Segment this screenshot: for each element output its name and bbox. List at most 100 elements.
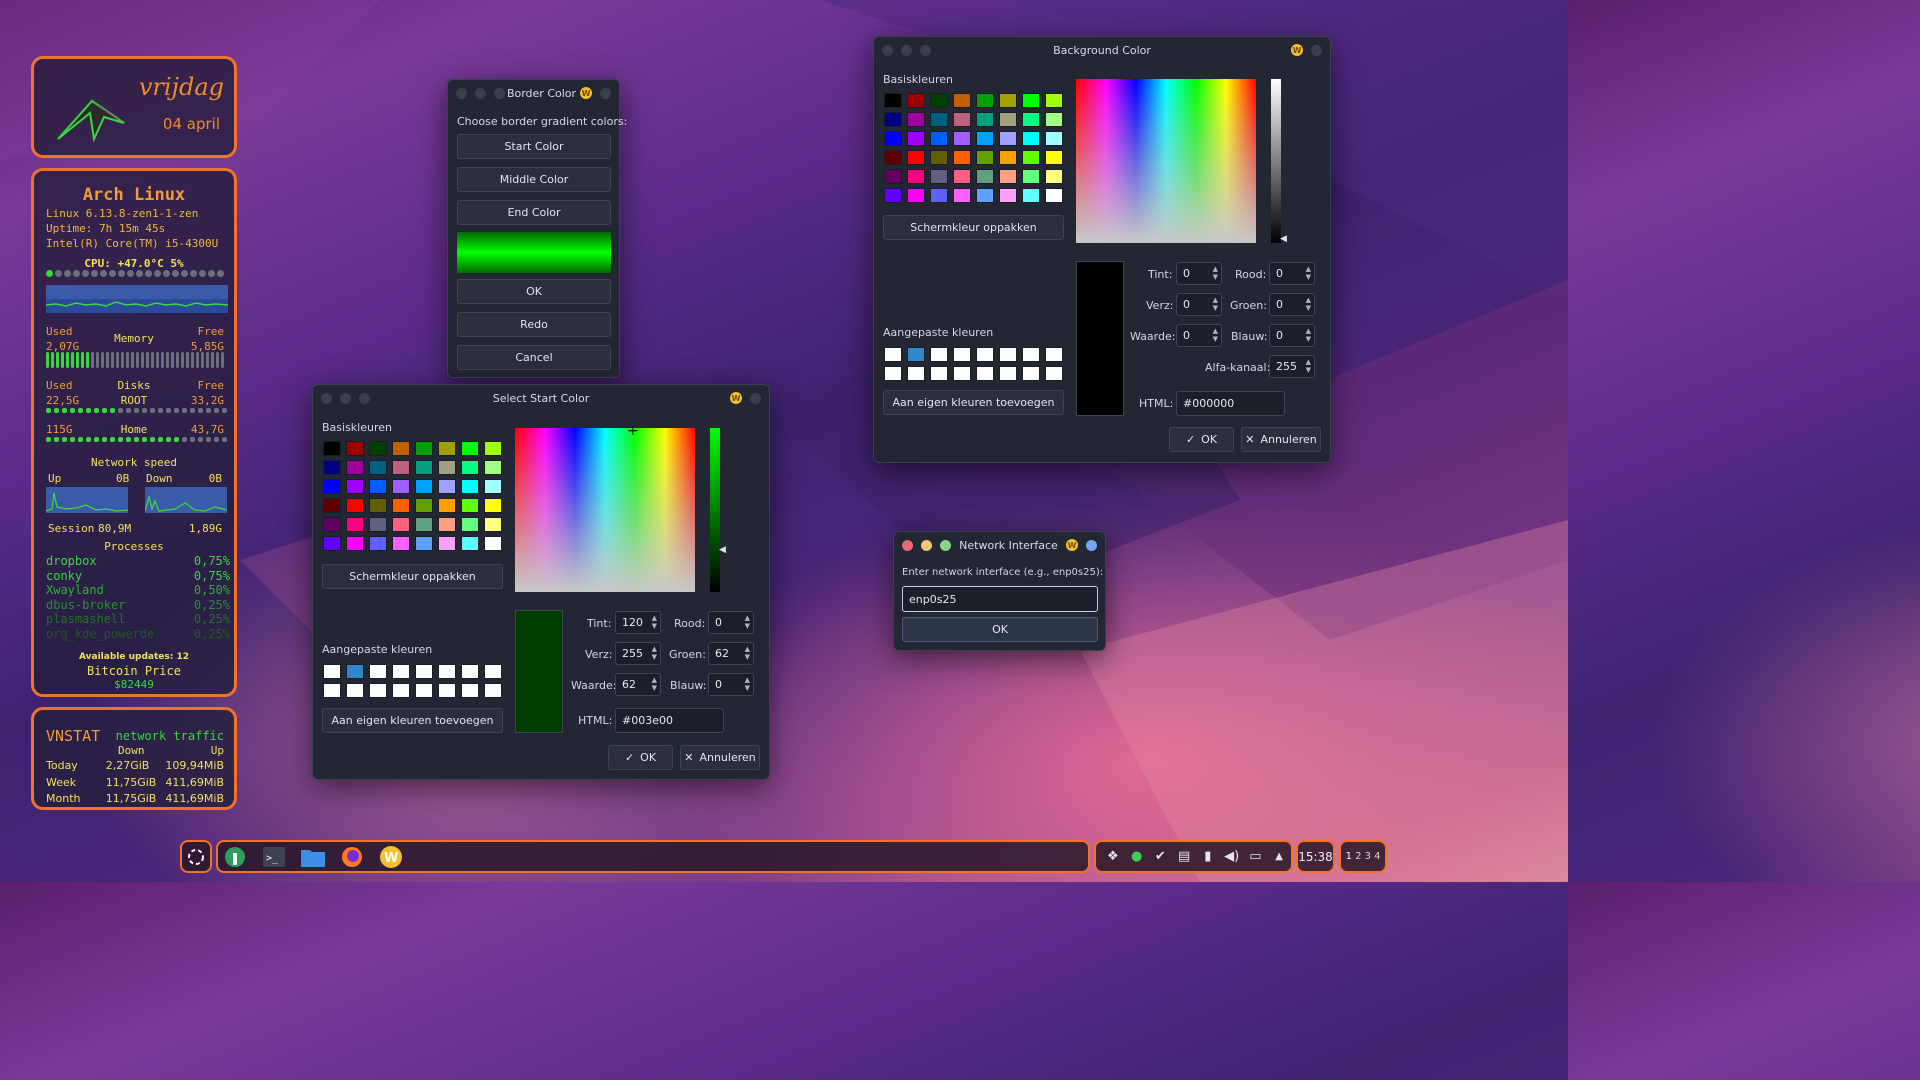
maximize-icon[interactable] — [359, 393, 370, 404]
color-swatch[interactable] — [999, 169, 1017, 184]
menu-icon[interactable] — [600, 87, 611, 99]
val-spinbox[interactable]: 0 ▲ ▼ — [1176, 324, 1222, 347]
blue-spinbox[interactable]: 0 ▲ ▼ — [708, 673, 754, 696]
color-swatch[interactable] — [461, 498, 479, 513]
color-swatch[interactable] — [930, 93, 948, 108]
color-swatch[interactable] — [953, 131, 971, 146]
custom-color-swatch[interactable] — [907, 366, 925, 381]
menu-icon[interactable] — [1311, 44, 1322, 56]
custom-color-swatch[interactable] — [1045, 347, 1063, 362]
color-swatch[interactable] — [369, 479, 387, 494]
end-color-button[interactable]: End Color — [457, 200, 611, 225]
clock[interactable]: 15:38 — [1296, 840, 1335, 873]
color-swatch[interactable] — [438, 517, 456, 532]
color-swatch[interactable] — [484, 460, 502, 475]
custom-color-swatch[interactable] — [999, 366, 1017, 381]
custom-color-swatch[interactable] — [415, 683, 433, 698]
color-swatch[interactable] — [415, 441, 433, 456]
ok-button[interactable]: OK — [457, 279, 611, 304]
color-swatch[interactable] — [415, 460, 433, 475]
color-swatch[interactable] — [323, 536, 341, 551]
color-swatch[interactable] — [1045, 150, 1063, 165]
workspace-1[interactable]: 1 — [1346, 851, 1352, 862]
color-swatch[interactable] — [953, 150, 971, 165]
color-swatch[interactable] — [1045, 93, 1063, 108]
color-swatch[interactable] — [323, 498, 341, 513]
custom-color-swatch[interactable] — [415, 664, 433, 679]
maximize-icon[interactable] — [920, 45, 931, 56]
middle-color-button[interactable]: Middle Color — [457, 167, 611, 192]
hue-sat-picker[interactable] — [515, 428, 695, 592]
color-swatch[interactable] — [461, 479, 479, 494]
color-swatch[interactable] — [1045, 188, 1063, 203]
color-swatch[interactable] — [484, 441, 502, 456]
custom-color-swatch[interactable] — [484, 683, 502, 698]
add-custom-color-button[interactable]: Aan eigen kleuren toevoegen — [322, 708, 503, 733]
custom-color-swatch[interactable] — [438, 664, 456, 679]
color-swatch[interactable] — [976, 112, 994, 127]
color-swatch[interactable] — [999, 188, 1017, 203]
color-swatch[interactable] — [976, 169, 994, 184]
custom-color-swatch[interactable] — [930, 366, 948, 381]
cancel-button[interactable]: ✕ Annuleren — [1241, 427, 1321, 452]
close-icon[interactable] — [882, 45, 893, 56]
color-swatch[interactable] — [1022, 150, 1040, 165]
custom-color-swatch[interactable] — [1022, 366, 1040, 381]
color-swatch[interactable] — [392, 517, 410, 532]
color-swatch[interactable] — [953, 169, 971, 184]
color-swatch[interactable] — [346, 460, 364, 475]
cancel-button[interactable]: ✕ Annuleren — [680, 745, 760, 770]
start-dialog-titlebar[interactable]: Select Start Color W — [313, 385, 769, 411]
color-swatch[interactable] — [907, 150, 925, 165]
custom-color-swatch[interactable] — [953, 366, 971, 381]
location-icon[interactable]: ● — [1125, 845, 1149, 869]
network-interface-input[interactable]: enp0s25 — [902, 586, 1098, 612]
color-swatch[interactable] — [461, 517, 479, 532]
add-custom-color-button[interactable]: Aan eigen kleuren toevoegen — [883, 390, 1064, 415]
wallpaper-app-icon[interactable]: W — [378, 844, 404, 870]
color-swatch[interactable] — [884, 150, 902, 165]
maximize-icon[interactable] — [940, 540, 951, 551]
custom-color-swatch[interactable] — [884, 347, 902, 362]
firefox-icon[interactable] — [339, 844, 365, 870]
color-swatch[interactable] — [484, 498, 502, 513]
start-color-button[interactable]: Start Color — [457, 134, 611, 159]
dropbox-icon[interactable]: ❖ — [1101, 845, 1125, 869]
custom-color-swatch[interactable] — [461, 683, 479, 698]
color-swatch[interactable] — [392, 441, 410, 456]
sat-spinbox[interactable]: 255 ▲ ▼ — [615, 642, 661, 665]
color-swatch[interactable] — [999, 93, 1017, 108]
color-swatch[interactable] — [461, 536, 479, 551]
close-icon[interactable] — [321, 393, 332, 404]
color-swatch[interactable] — [1045, 131, 1063, 146]
color-swatch[interactable] — [415, 517, 433, 532]
color-swatch[interactable] — [1022, 93, 1040, 108]
color-swatch[interactable] — [438, 479, 456, 494]
custom-color-swatch[interactable] — [438, 683, 456, 698]
hue-sat-picker[interactable] — [1076, 79, 1256, 243]
custom-color-swatch[interactable] — [953, 347, 971, 362]
border-dialog-titlebar[interactable]: Border Color W — [448, 80, 619, 106]
color-swatch[interactable] — [976, 93, 994, 108]
color-swatch[interactable] — [415, 536, 433, 551]
color-swatch[interactable] — [930, 188, 948, 203]
cancel-button[interactable]: Cancel — [457, 345, 611, 370]
color-swatch[interactable] — [346, 498, 364, 513]
val-spinbox[interactable]: 62 ▲ ▼ — [615, 673, 661, 696]
color-swatch[interactable] — [392, 536, 410, 551]
custom-color-swatch[interactable] — [1045, 366, 1063, 381]
color-swatch[interactable] — [484, 479, 502, 494]
value-slider[interactable] — [1271, 79, 1281, 243]
color-swatch[interactable] — [415, 479, 433, 494]
color-swatch[interactable] — [461, 441, 479, 456]
color-swatch[interactable] — [1022, 188, 1040, 203]
color-swatch[interactable] — [999, 112, 1017, 127]
pick-screen-color-button[interactable]: Schermkleur oppakken — [883, 215, 1064, 240]
pick-screen-color-button[interactable]: Schermkleur oppakken — [322, 564, 503, 589]
custom-color-swatch[interactable] — [976, 347, 994, 362]
green-spinbox[interactable]: 0 ▲ ▼ — [1269, 293, 1315, 316]
color-swatch[interactable] — [392, 498, 410, 513]
color-swatch[interactable] — [323, 479, 341, 494]
hue-spinbox[interactable]: 120 ▲ ▼ — [615, 611, 661, 634]
color-swatch[interactable] — [884, 112, 902, 127]
